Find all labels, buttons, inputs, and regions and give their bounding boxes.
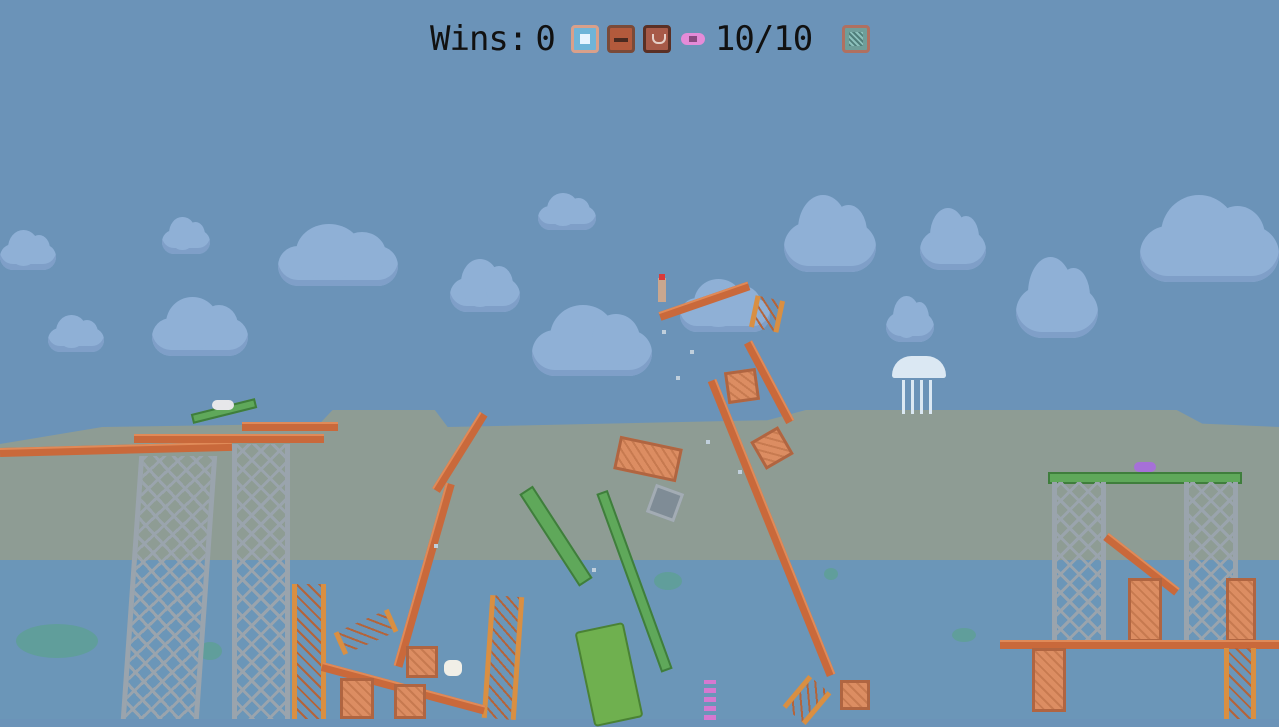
dust-particle (662, 330, 666, 334)
dust-particle (676, 376, 680, 380)
player-character (658, 274, 666, 302)
jellyfish (892, 356, 946, 378)
pink-particles (704, 680, 716, 720)
crate (723, 367, 761, 405)
dust-particle (690, 350, 694, 354)
cloud (152, 297, 248, 356)
purple-flower (1134, 462, 1156, 472)
dust-particle (738, 470, 742, 474)
ladder (749, 295, 785, 333)
build-icon[interactable] (606, 25, 635, 53)
dust-particle (592, 568, 596, 572)
wooden-plank (134, 434, 324, 443)
crate (406, 646, 438, 678)
lily-pad (16, 624, 98, 658)
wooden-plank (242, 422, 338, 431)
wins-value: 0 (535, 19, 556, 59)
cloud (278, 224, 398, 286)
party-icon[interactable] (570, 25, 599, 53)
cloud (48, 314, 104, 352)
cloud (532, 304, 652, 376)
cloud (886, 295, 934, 342)
dust-particle (706, 440, 710, 444)
cloud (538, 192, 596, 230)
hud-bar: Wins: 0 10/10 (430, 18, 871, 60)
settings-icon[interactable] (842, 25, 871, 53)
wins-label: Wins: (430, 19, 528, 59)
lily-pad (824, 568, 838, 580)
cloud (162, 216, 210, 254)
cloud (784, 194, 876, 272)
ladder (292, 584, 326, 719)
cloud (920, 208, 986, 270)
steel-tower (1052, 482, 1106, 642)
lily-pad (952, 628, 976, 642)
crate (1032, 648, 1066, 712)
crate (1226, 578, 1256, 642)
face-icon[interactable] (642, 25, 671, 53)
dust-particle (434, 544, 438, 548)
lily-pad (654, 572, 682, 590)
flower-count: 10/10 (714, 19, 813, 59)
cloud (1016, 257, 1098, 338)
crate (340, 678, 374, 719)
cloud (1140, 195, 1279, 282)
cloud (0, 229, 56, 270)
crate (1128, 578, 1162, 642)
chicken (444, 660, 462, 676)
ladder (1224, 648, 1256, 719)
flower-icon (679, 31, 707, 47)
white-flower (212, 400, 234, 410)
crate (840, 680, 870, 710)
cloud (450, 259, 520, 312)
crate (394, 684, 426, 719)
jellyfish-tentacles (902, 380, 938, 414)
steel-tower (232, 444, 290, 719)
